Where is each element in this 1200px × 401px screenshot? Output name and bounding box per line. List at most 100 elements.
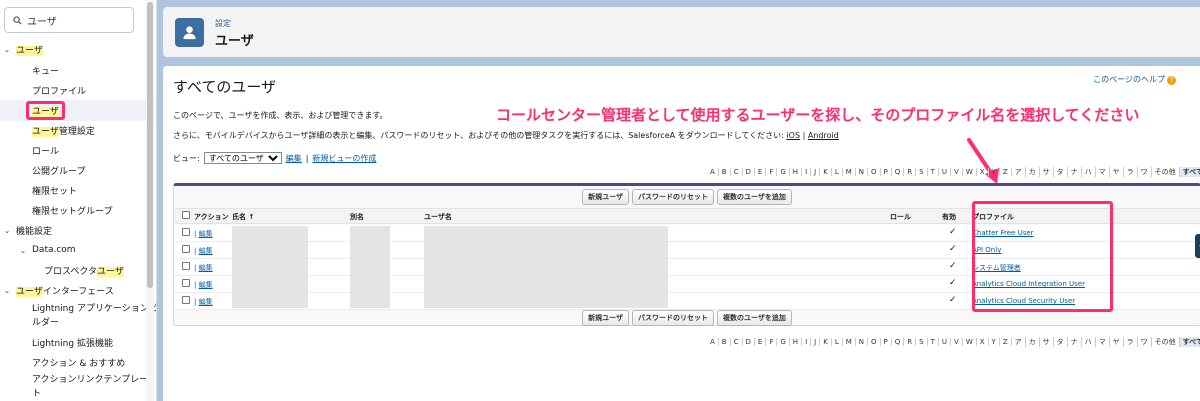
alphabet-filter-item[interactable]: ラ xyxy=(1124,337,1138,347)
new-user-button[interactable]: 新規ユーザ xyxy=(582,310,629,326)
alphabet-filter-item[interactable]: O xyxy=(868,168,881,176)
alphabet-filter-item[interactable]: A xyxy=(707,338,719,346)
alphabet-filter-item[interactable]: D xyxy=(743,168,755,176)
select-all-checkbox[interactable] xyxy=(182,211,190,219)
alphabet-filter-item[interactable]: S xyxy=(916,338,928,346)
search-input[interactable] xyxy=(27,12,127,28)
alphabet-filter-item[interactable]: R xyxy=(904,168,917,176)
row-checkbox[interactable] xyxy=(182,228,190,236)
alphabet-filter-item[interactable]: C xyxy=(731,168,743,176)
help-link[interactable]: このページのヘルプ? xyxy=(1093,74,1176,85)
alphabet-filter-item[interactable]: V xyxy=(951,338,963,346)
edit-link[interactable]: 編集 xyxy=(199,264,213,272)
alphabet-filter-item[interactable]: ワ xyxy=(1138,167,1152,177)
alphabet-filter-item[interactable]: V xyxy=(951,168,963,176)
alphabet-filter-item[interactable]: G xyxy=(777,338,790,346)
alphabet-filter-item[interactable]: J xyxy=(811,168,821,176)
alphabet-filter-item[interactable]: N xyxy=(856,168,869,176)
alphabet-filter-item[interactable]: L xyxy=(832,168,843,176)
alphabet-filter-item[interactable]: J xyxy=(811,338,821,346)
edit-view-link[interactable]: 編集 xyxy=(286,153,302,164)
alphabet-filter-item[interactable]: L xyxy=(832,338,843,346)
alphabet-filter-item[interactable]: ナ xyxy=(1068,337,1082,347)
alphabet-filter-item[interactable]: H xyxy=(790,168,803,176)
alphabet-filter-item[interactable]: Z xyxy=(1000,168,1012,176)
alphabet-filter-item[interactable]: S xyxy=(916,168,928,176)
sidebar-item-user-interface[interactable]: ⌄ ユーザインターフェース xyxy=(0,280,146,300)
alphabet-filter-item[interactable]: E xyxy=(755,338,767,346)
sidebar-item-actions-recommendations[interactable]: アクション & おすすめ xyxy=(0,352,146,372)
alphabet-filter-item[interactable]: X xyxy=(977,338,989,346)
alphabet-filter-item[interactable]: その他 xyxy=(1152,337,1180,347)
alphabet-filter-item[interactable]: H xyxy=(790,338,803,346)
sidebar-item-permission-sets[interactable]: 権限セット xyxy=(0,180,146,200)
alphabet-filter-item[interactable]: T xyxy=(928,168,939,176)
sidebar-item-users-group[interactable]: ⌄ ユーザ xyxy=(0,39,146,59)
view-select[interactable]: すべてのユーザ xyxy=(203,152,282,164)
alphabet-filter-item[interactable]: ア xyxy=(1012,337,1026,347)
alphabet-filter-item[interactable]: P xyxy=(881,338,892,346)
alphabet-filter-item[interactable]: O xyxy=(868,338,881,346)
alphabet-filter-item[interactable]: ナ xyxy=(1068,167,1082,177)
alphabet-filter-item[interactable]: Y xyxy=(989,338,1000,346)
alphabet-filter-item[interactable]: I xyxy=(802,338,812,346)
alphabet-filter-item[interactable]: I xyxy=(802,168,812,176)
col-role[interactable]: ロール xyxy=(890,212,911,222)
sidebar-item-profiles[interactable]: プロファイル xyxy=(0,80,146,100)
alphabet-filter-item[interactable]: F xyxy=(766,338,778,346)
alphabet-filter-item[interactable]: G xyxy=(777,168,790,176)
alphabet-filter-item[interactable]: ヤ xyxy=(1110,167,1124,177)
new-view-link[interactable]: 新規ビューの作成 xyxy=(312,153,376,164)
alphabet-filter-item[interactable]: サ xyxy=(1040,167,1054,177)
alphabet-filter-item[interactable]: ア xyxy=(1012,167,1026,177)
new-user-button[interactable]: 新規ユーザ xyxy=(582,189,629,205)
row-checkbox[interactable] xyxy=(182,245,190,253)
alphabet-filter-item[interactable]: マ xyxy=(1096,167,1110,177)
add-multiple-users-button[interactable]: 複数のユーザを追加 xyxy=(717,189,792,205)
alphabet-filter-item[interactable]: カ xyxy=(1026,337,1040,347)
quick-find-search[interactable] xyxy=(4,7,134,33)
alphabet-filter-item[interactable]: K xyxy=(820,338,832,346)
alphabet-filter-item[interactable]: D xyxy=(743,338,755,346)
sidebar-item-feature-settings[interactable]: ⌄ 機能設定 xyxy=(0,220,146,240)
row-checkbox[interactable] xyxy=(182,296,190,304)
scrollbar-thumb[interactable] xyxy=(147,2,153,288)
alphabet-filter-item[interactable]: ラ xyxy=(1124,167,1138,177)
alphabet-filter-item[interactable]: カ xyxy=(1026,167,1040,177)
alphabet-filter-item[interactable]: サ xyxy=(1040,337,1054,347)
breadcrumb[interactable]: 設定 xyxy=(215,18,231,29)
sidebar-item-action-link-templates[interactable]: アクションリンクテンプレー ト xyxy=(0,372,148,401)
alphabet-filter-item[interactable]: ワ xyxy=(1138,337,1152,347)
col-username[interactable]: ユーザ名 xyxy=(424,212,452,222)
edit-link[interactable]: 編集 xyxy=(199,281,213,289)
alphabet-filter-item[interactable]: U xyxy=(939,168,952,176)
sidebar-item-public-groups[interactable]: 公開グループ xyxy=(0,160,146,180)
collapse-handle[interactable]: ‹ xyxy=(1195,234,1200,258)
alphabet-filter-item[interactable]: A xyxy=(707,168,719,176)
sidebar-scrollbar[interactable] xyxy=(146,0,154,401)
sidebar-item-user-management-settings[interactable]: ユーザ管理設定 xyxy=(0,120,146,140)
sidebar-item-queues[interactable]: キュー xyxy=(0,60,146,80)
alphabet-filter-item[interactable]: すべて xyxy=(1179,337,1200,347)
row-checkbox[interactable] xyxy=(182,262,190,270)
edit-link[interactable]: 編集 xyxy=(199,230,213,238)
alphabet-filter-item[interactable]: C xyxy=(731,338,743,346)
edit-link[interactable]: 編集 xyxy=(199,298,213,306)
alphabet-filter-item[interactable]: Y xyxy=(989,168,1000,176)
alphabet-filter-item[interactable]: Z xyxy=(1000,338,1012,346)
col-name[interactable]: 氏名 ↑ xyxy=(232,212,254,222)
col-alias[interactable]: 別名 xyxy=(350,212,364,222)
alphabet-filter-item[interactable]: U xyxy=(939,338,952,346)
sidebar-item-lightning-app-builder[interactable]: Lightning アプリケーションビ ルダー xyxy=(0,300,156,332)
sidebar-item-datacom[interactable]: ⌄ Data.com xyxy=(0,240,146,260)
alphabet-filter-item[interactable]: ハ xyxy=(1082,167,1096,177)
col-active[interactable]: 有効 xyxy=(942,212,956,222)
alphabet-filter-item[interactable]: N xyxy=(856,338,869,346)
sidebar-item-permission-set-groups[interactable]: 権限セットグループ xyxy=(0,200,146,220)
alphabet-filter-item[interactable]: ヤ xyxy=(1110,337,1124,347)
alphabet-filter-item[interactable]: R xyxy=(904,338,917,346)
alphabet-filter-item[interactable]: タ xyxy=(1054,167,1068,177)
reset-password-button[interactable]: パスワードのリセット xyxy=(632,310,714,326)
sidebar-item-users[interactable]: ユーザ xyxy=(0,100,146,121)
alphabet-filter-item[interactable]: W xyxy=(963,168,977,176)
